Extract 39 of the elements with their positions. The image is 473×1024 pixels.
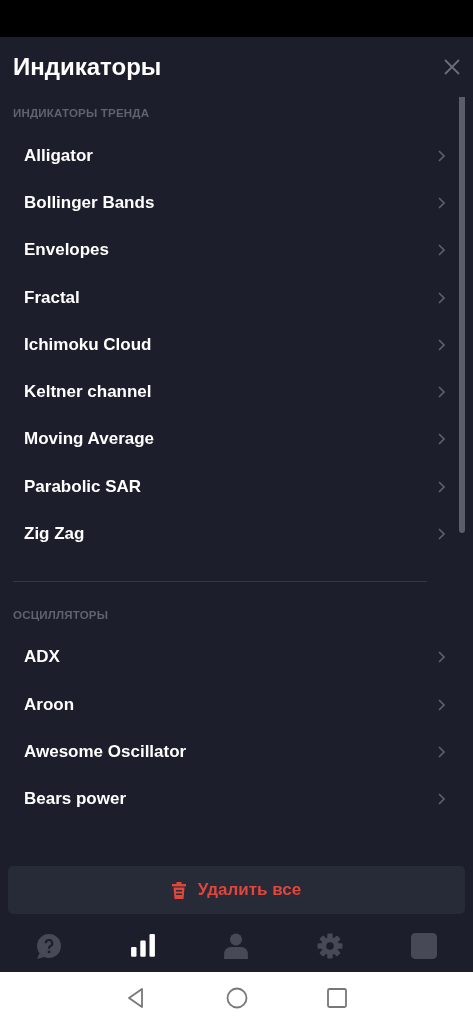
section-heading: ОСЦИЛЛЯТОРЫ bbox=[12, 607, 110, 623]
chevron-icon bbox=[438, 149, 445, 162]
chevron-icon bbox=[438, 698, 445, 711]
chevron-icon bbox=[438, 745, 445, 758]
close-button[interactable] bbox=[443, 58, 461, 76]
indicator-item[interactable]: Moving Average bbox=[0, 415, 473, 464]
indicator-item[interactable]: Envelopes bbox=[0, 226, 473, 274]
indicator-item[interactable]: Zig Zag bbox=[0, 510, 473, 558]
trash-icon bbox=[171, 881, 186, 899]
indicator-item[interactable]: Alligator bbox=[0, 132, 473, 180]
indicator-item[interactable]: Ichimoku Cloud bbox=[0, 321, 473, 369]
help-icon bbox=[35, 933, 62, 959]
chevron-icon bbox=[438, 793, 445, 806]
indicator-item[interactable]: Awesome Oscillator bbox=[0, 728, 473, 776]
recents-button[interactable] bbox=[325, 987, 348, 1009]
indicator-item[interactable]: Aroon bbox=[0, 680, 473, 729]
settings-icon bbox=[317, 933, 344, 959]
chevron-icon bbox=[438, 196, 445, 209]
bar-chart-icon bbox=[129, 933, 156, 959]
indicator-item[interactable]: Parabolic SAR bbox=[0, 463, 473, 511]
home-button[interactable] bbox=[225, 987, 248, 1009]
chevron-icon bbox=[438, 244, 445, 257]
indicator-item[interactable]: Bears power bbox=[0, 775, 473, 823]
indicator-item[interactable]: ADX bbox=[0, 633, 473, 681]
scrollbar[interactable] bbox=[459, 97, 465, 533]
profile-icon bbox=[223, 933, 250, 959]
indicator-item[interactable]: Fractal bbox=[0, 273, 473, 322]
square-icon bbox=[411, 933, 438, 959]
chevron-icon bbox=[438, 386, 445, 399]
chevron-icon bbox=[438, 291, 445, 304]
chevron-icon bbox=[438, 651, 445, 664]
chevron-icon bbox=[438, 480, 445, 493]
indicator-item[interactable]: Keltner channel bbox=[0, 368, 473, 416]
panel-title: Индикаторы bbox=[13, 53, 162, 81]
section-heading: ИНДИКАТОРЫ ТРЕНДА bbox=[12, 106, 151, 121]
chevron-icon bbox=[438, 433, 445, 446]
indicator-item[interactable]: Bollinger Bands bbox=[0, 179, 473, 227]
chevron-icon bbox=[438, 338, 445, 351]
chevron-icon bbox=[438, 528, 445, 540]
